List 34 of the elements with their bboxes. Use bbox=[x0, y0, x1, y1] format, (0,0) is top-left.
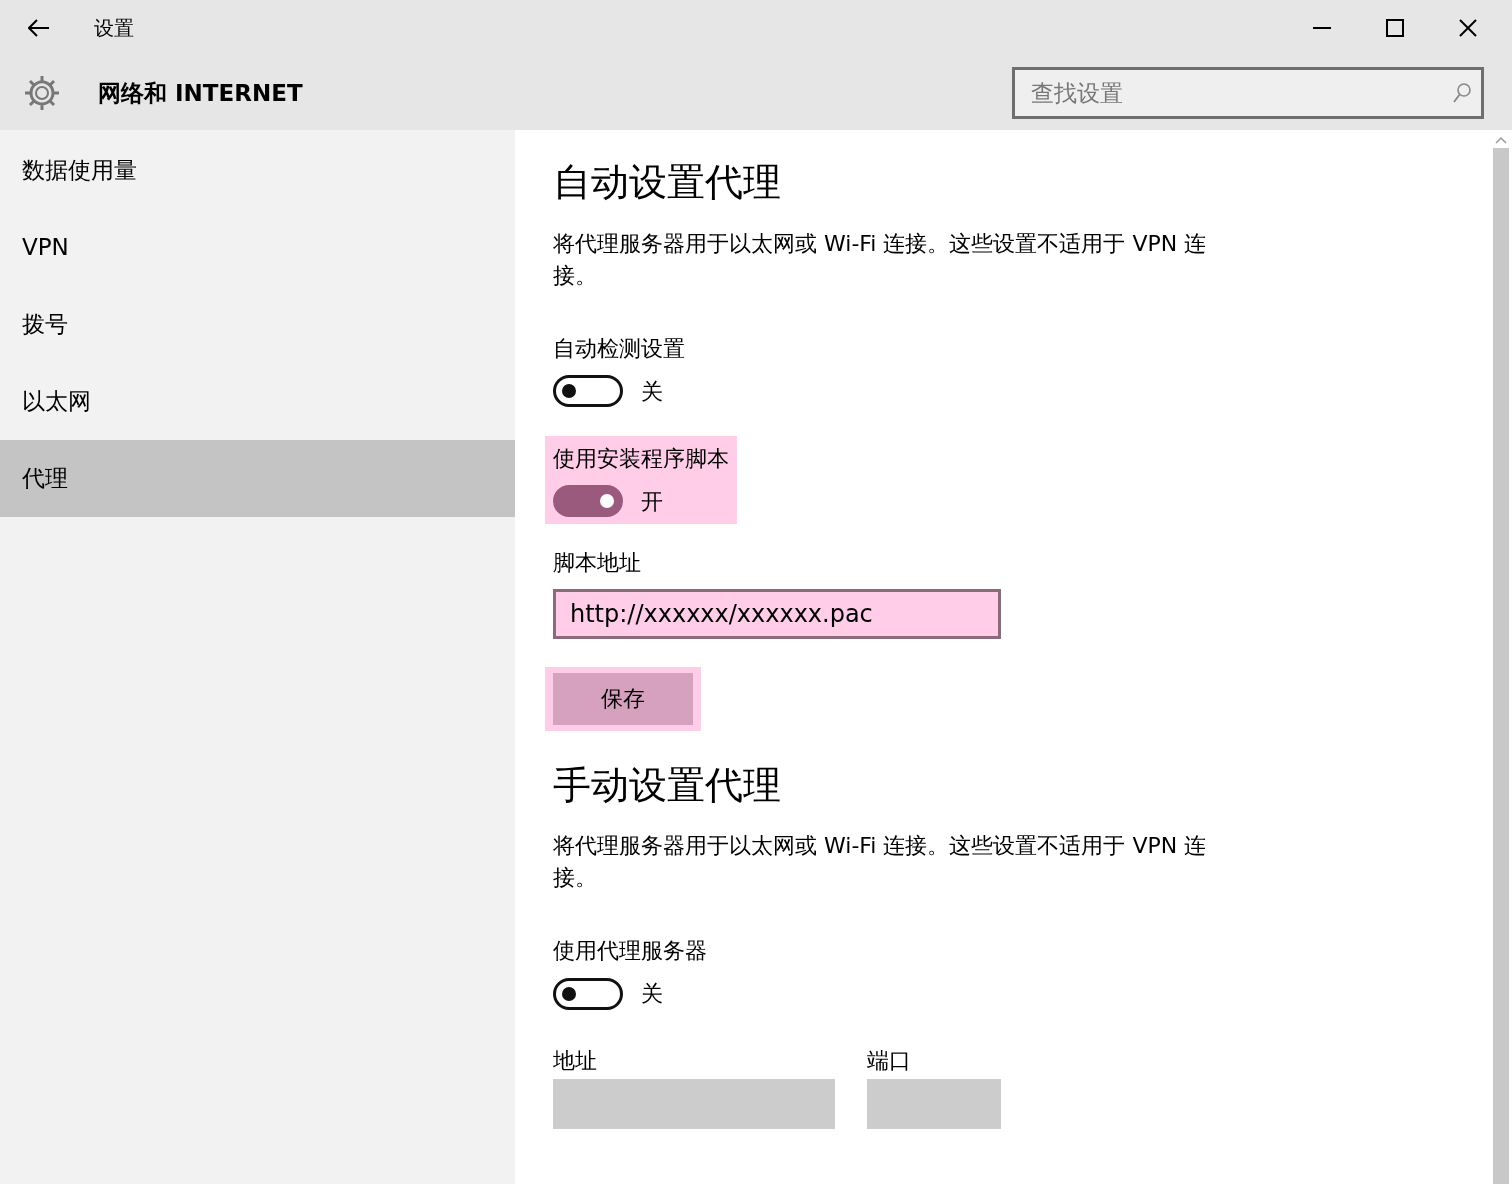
sidebar-item[interactable]: 以太网 bbox=[0, 363, 515, 440]
sidebar-item[interactable]: VPN bbox=[0, 209, 515, 286]
toggle-state-text: 开 bbox=[641, 487, 663, 516]
toggle-state-text: 关 bbox=[641, 980, 663, 1009]
description-text: 将代理服务器用于以太网或 Wi-Fi 连接。这些设置不适用于 VPN 连接。 bbox=[553, 229, 1208, 290]
setting-label: 地址 bbox=[553, 1047, 598, 1076]
toggle-state-text: 关 bbox=[641, 377, 663, 406]
back-arrow-icon[interactable] bbox=[28, 19, 50, 37]
setting-label: 使用安装程序脚本 bbox=[553, 444, 729, 473]
toggle-switch[interactable] bbox=[553, 485, 623, 518]
sidebar-item[interactable]: 拨号 bbox=[0, 286, 515, 363]
scrollbar-thumb[interactable] bbox=[1493, 148, 1509, 1184]
description-text: 将代理服务器用于以太网或 Wi-Fi 连接。这些设置不适用于 VPN 连接。 bbox=[553, 832, 1208, 893]
setting-label: 端口 bbox=[867, 1047, 912, 1076]
setting-label: 使用代理服务器 bbox=[553, 937, 707, 966]
search-field[interactable]: 查找设置 bbox=[1012, 67, 1484, 119]
input-field[interactable]: http://xxxxxx/xxxxxx.pac bbox=[553, 588, 1001, 639]
toggle-switch[interactable] bbox=[553, 977, 623, 1010]
section-heading: 手动设置代理 bbox=[553, 762, 782, 809]
search-icon[interactable] bbox=[1452, 82, 1472, 104]
save-button[interactable]: 保存 bbox=[553, 672, 693, 725]
window-title: 设置 bbox=[94, 15, 134, 42]
maximize-icon[interactable] bbox=[1385, 19, 1404, 37]
minimize-icon[interactable] bbox=[1312, 27, 1331, 29]
gear-icon bbox=[22, 73, 62, 113]
scroll-up-icon[interactable] bbox=[1495, 136, 1507, 144]
setting-label: 脚本地址 bbox=[553, 548, 642, 577]
setting-label: 自动检测设置 bbox=[553, 334, 685, 363]
toggle-switch[interactable] bbox=[553, 375, 623, 408]
section-heading: 自动设置代理 bbox=[553, 160, 782, 206]
sidebar-item[interactable]: 代理 bbox=[0, 440, 515, 517]
close-icon[interactable] bbox=[1458, 19, 1477, 37]
page-title: 网络和 INTERNET bbox=[98, 78, 303, 108]
sidebar-item[interactable]: 数据使用量 bbox=[0, 132, 515, 209]
